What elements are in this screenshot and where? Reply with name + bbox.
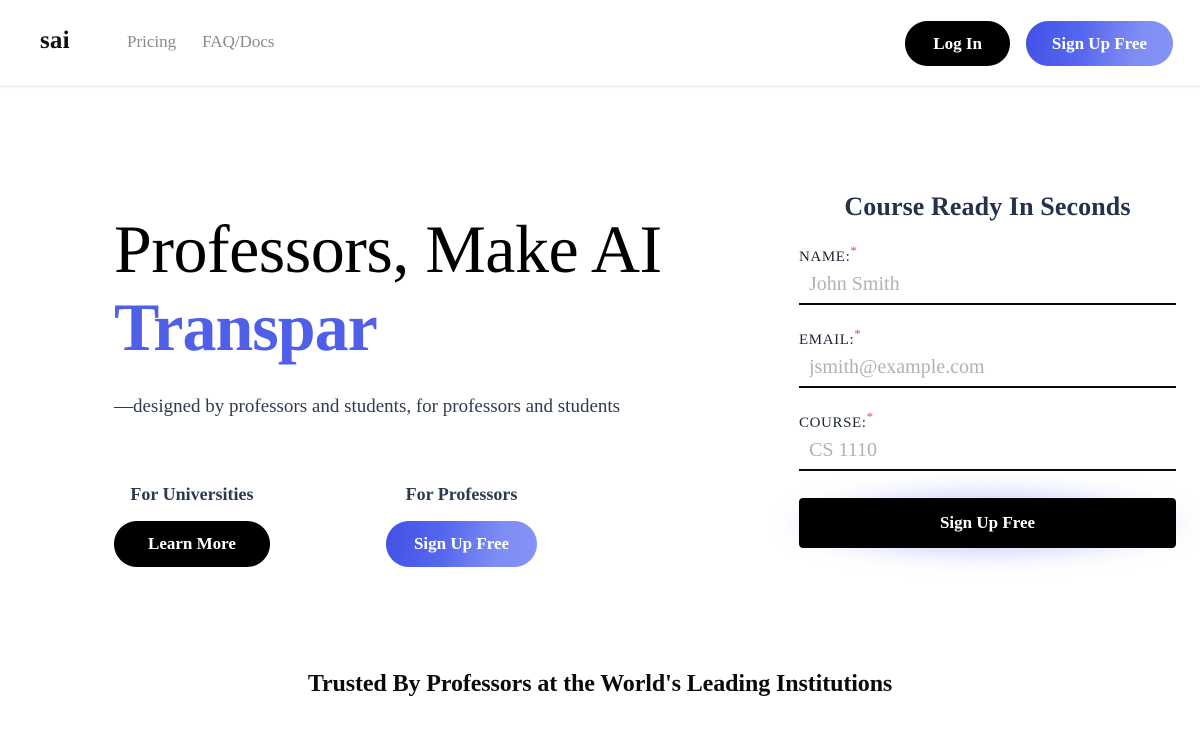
email-required-marker: * (854, 326, 862, 341)
form-sign-up-free-button[interactable]: Sign Up Free (799, 498, 1176, 548)
headline-static-text: Professors, Make AI (114, 211, 662, 287)
nav-link-faq-docs[interactable]: FAQ/Docs (202, 31, 274, 53)
email-label: EMAIL:* (799, 327, 1176, 349)
cta-label-professors: For Professors (405, 484, 518, 504)
nav-link-pricing[interactable]: Pricing (127, 31, 176, 53)
cta-group-universities: For Universities Learn More (114, 484, 270, 567)
header-actions: Log In Sign Up Free (905, 21, 1173, 66)
form-field-name: NAME:* (799, 244, 1176, 305)
name-label: NAME:* (799, 244, 1176, 266)
email-input[interactable] (799, 353, 1176, 388)
email-label-text: EMAIL: (799, 332, 855, 348)
name-input[interactable] (799, 270, 1176, 305)
signup-form-card: Course Ready In Seconds NAME:* EMAIL:* C… (799, 192, 1176, 548)
course-label-text: COURSE: (799, 415, 867, 431)
log-in-button[interactable]: Log In (905, 21, 1010, 66)
headline-animated-text: Transpar (114, 289, 378, 365)
cta-label-universities: For Universities (130, 484, 254, 504)
header-sign-up-free-label: Sign Up Free (1051, 33, 1147, 53)
landing-page: sai Pricing FAQ/Docs Log In Sign Up Free… (0, 0, 1200, 750)
hero-copy: Professors, Make AI Transpar —designed b… (114, 210, 774, 421)
main-navigation: Pricing FAQ/Docs (127, 31, 275, 53)
form-field-course: COURSE:* (799, 410, 1176, 471)
cta-group-professors: For Professors Sign Up Free (385, 484, 538, 567)
hero-subtitle: —designed by professors and students, fo… (114, 396, 621, 417)
course-input[interactable] (799, 436, 1176, 471)
submit-button-glow: Sign Up Free (799, 498, 1176, 548)
trust-banner-heading: Trusted By Professors at the World's Lea… (307, 671, 893, 697)
name-required-marker: * (850, 243, 858, 258)
course-required-marker: * (866, 409, 874, 424)
site-header: sai Pricing FAQ/Docs Log In Sign Up Free (0, 0, 1200, 87)
learn-more-button[interactable]: Learn More (114, 521, 270, 567)
hero-sign-up-free-button[interactable]: Sign Up Free (385, 521, 538, 567)
header-sign-up-free-button[interactable]: Sign Up Free (1025, 21, 1173, 66)
name-label-text: NAME: (799, 249, 851, 265)
form-field-email: EMAIL:* (799, 327, 1176, 388)
form-title: Course Ready In Seconds (844, 192, 1131, 221)
course-label: COURSE:* (799, 410, 1176, 432)
hero-sign-up-free-label: Sign Up Free (413, 534, 510, 553)
brand-logo[interactable]: sai (40, 28, 70, 53)
hero-cta-row: For Universities Learn More For Professo… (114, 484, 538, 567)
page-title: Professors, Make AI Transpar (114, 210, 774, 366)
